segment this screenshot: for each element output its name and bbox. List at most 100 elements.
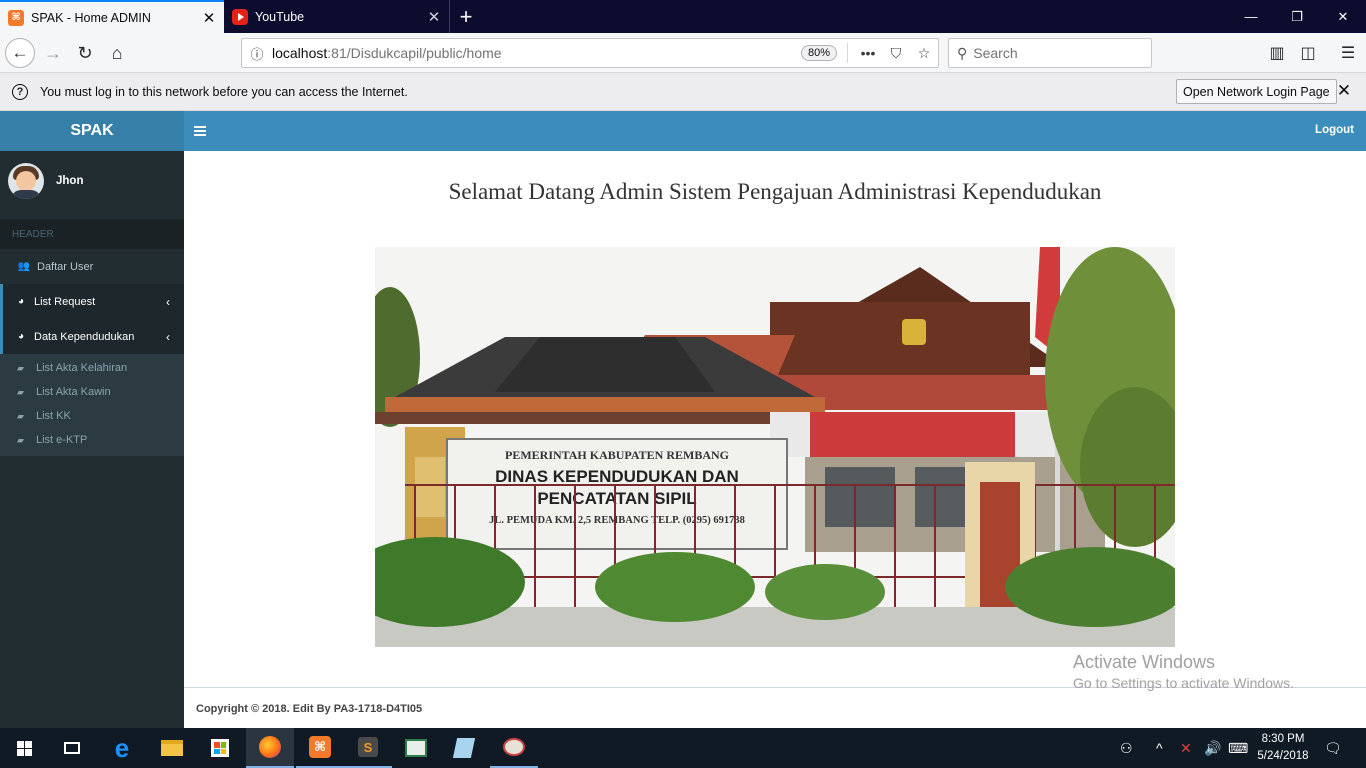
file-explorer-taskbar-button[interactable] bbox=[148, 728, 196, 768]
book-icon: ▰ bbox=[17, 410, 24, 421]
close-notification-icon[interactable]: ✕ bbox=[1334, 81, 1354, 101]
app-logo[interactable]: SPAK bbox=[0, 111, 184, 151]
people-icon[interactable]: ⚇ bbox=[1120, 728, 1133, 768]
menu-icon[interactable]: ☰ bbox=[1333, 38, 1363, 68]
copyright-text: Copyright © 2018. Edit By PA3-1718-D4TI0… bbox=[196, 703, 423, 715]
browser-navbar: ← → ↻ ⌂ ⓘ localhost:81/Disdukcapil/publi… bbox=[0, 33, 1366, 73]
pocket-icon[interactable]: ⛉ bbox=[882, 45, 910, 62]
url-path: :81/Disdukcapil/public/home bbox=[327, 45, 502, 61]
user-name: Jhon bbox=[56, 175, 84, 187]
url-bar[interactable]: ⓘ localhost:81/Disdukcapil/public/home 8… bbox=[241, 38, 939, 68]
back-button[interactable]: ← bbox=[5, 38, 35, 68]
sidebar-toggle-button[interactable] bbox=[194, 123, 206, 139]
chevron-left-icon: ‹ bbox=[166, 329, 170, 344]
site-info-icon[interactable]: ⓘ bbox=[242, 44, 272, 63]
open-network-login-button[interactable]: Open Network Login Page bbox=[1176, 79, 1337, 104]
document-icon bbox=[405, 739, 427, 757]
search-input[interactable] bbox=[973, 45, 1134, 61]
page-title: Selamat Datang Admin Sistem Pengajuan Ad… bbox=[448, 179, 1102, 204]
dashboard-icon: ◕ bbox=[17, 296, 25, 307]
users-icon: 👥 bbox=[17, 261, 31, 272]
sidebar-toggle-icon[interactable]: ◫ bbox=[1293, 38, 1323, 68]
windows-taskbar: e ⌘ S ⚇ ^ ✕ 🔊 ⌨ 8:30 PM 5/24/2018 🗨 bbox=[0, 728, 1366, 768]
help-icon: ? bbox=[12, 83, 28, 100]
app-top-navbar: Logout bbox=[184, 111, 1366, 151]
clock-time: 8:30 PM bbox=[1261, 733, 1305, 745]
taskbar-clock[interactable]: 8:30 PM 5/24/2018 bbox=[1252, 731, 1314, 765]
sidebar-item-label: Data Kependudukan bbox=[34, 330, 135, 343]
edge-icon: e bbox=[114, 732, 130, 763]
youtube-favicon-icon bbox=[232, 8, 248, 25]
sign-line-2: DINAS KEPENDUDUKAN DAN bbox=[495, 467, 739, 486]
tab-title: SPAK - Home ADMIN bbox=[31, 10, 151, 25]
submenu-item-ektp[interactable]: ▰ List e-KTP bbox=[0, 428, 184, 452]
window-controls: — ❐ ✕ bbox=[1228, 0, 1366, 33]
submenu-item-label: List Akta Kawin bbox=[36, 386, 111, 398]
xampp-icon: ⌘ bbox=[309, 736, 331, 758]
sidebar-item-daftar-user[interactable]: 👥 Daftar User bbox=[0, 249, 184, 284]
sidebar-header: HEADER bbox=[0, 219, 184, 249]
browser-tab-strip: ⌘ SPAK - Home ADMIN ✕ YouTube ✕ + — ❐ ✕ bbox=[0, 0, 1366, 33]
sublime-text-icon: S bbox=[358, 737, 378, 757]
url-text[interactable]: localhost:81/Disdukcapil/public/home bbox=[272, 45, 801, 61]
search-icon: ⚲ bbox=[957, 44, 968, 61]
notification-message: You must log in to this network before y… bbox=[40, 84, 408, 99]
submenu-item-kk[interactable]: ▰ List KK bbox=[0, 404, 184, 428]
user-panel: Jhon bbox=[0, 151, 184, 211]
tab-spak-home[interactable]: ⌘ SPAK - Home ADMIN ✕ bbox=[0, 0, 224, 33]
edge-taskbar-button[interactable]: e bbox=[98, 728, 146, 768]
task-view-button[interactable] bbox=[48, 728, 96, 768]
forward-button[interactable]: → bbox=[38, 38, 68, 68]
sidebar-item-data-kependudukan[interactable]: ◕ Data Kependudukan ‹ bbox=[0, 319, 184, 354]
submenu-item-akta-kawin[interactable]: ▰ List Akta Kawin bbox=[0, 380, 184, 404]
paint-palette-icon bbox=[503, 738, 525, 756]
firefox-icon bbox=[259, 736, 281, 758]
keyboard-icon[interactable]: ⌨ bbox=[1228, 728, 1248, 768]
search-bar[interactable]: ⚲ bbox=[948, 38, 1152, 68]
submenu-item-label: List Akta Kelahiran bbox=[36, 362, 128, 374]
close-tab-icon[interactable]: ✕ bbox=[202, 9, 216, 27]
notepad-icon bbox=[452, 738, 476, 758]
book-icon: ▰ bbox=[17, 362, 24, 373]
sidebar-item-list-request[interactable]: ◕ List Request ‹ bbox=[0, 284, 184, 319]
restore-icon[interactable]: ❐ bbox=[1274, 0, 1320, 33]
new-tab-button[interactable]: + bbox=[450, 0, 482, 33]
zoom-indicator[interactable]: 80% bbox=[800, 45, 837, 61]
home-button[interactable]: ⌂ bbox=[102, 38, 132, 68]
action-center-icon[interactable]: 🗨 bbox=[1324, 728, 1342, 768]
tab-youtube[interactable]: YouTube ✕ bbox=[224, 0, 450, 33]
firefox-taskbar-button[interactable] bbox=[246, 728, 294, 768]
minimize-icon[interactable]: — bbox=[1228, 0, 1274, 33]
task-view-icon bbox=[64, 742, 80, 754]
paint-taskbar-button[interactable] bbox=[490, 728, 538, 768]
xampp-favicon-icon: ⌘ bbox=[8, 9, 24, 26]
logout-link[interactable]: Logout bbox=[1315, 124, 1354, 136]
submenu-item-akta-kelahiran[interactable]: ▰ List Akta Kelahiran bbox=[0, 356, 184, 380]
xampp-taskbar-button[interactable]: ⌘ bbox=[296, 728, 344, 768]
clock-date: 5/24/2018 bbox=[1257, 750, 1309, 762]
start-button[interactable] bbox=[0, 728, 48, 768]
close-tab-icon[interactable]: ✕ bbox=[427, 8, 441, 26]
page-actions-icon[interactable]: ••• bbox=[854, 45, 882, 61]
library-icon[interactable]: ▥ bbox=[1262, 38, 1292, 68]
bookmark-star-icon[interactable]: ☆ bbox=[910, 45, 938, 62]
sublime-taskbar-button[interactable]: S bbox=[344, 728, 392, 768]
chevron-up-icon[interactable]: ^ bbox=[1156, 728, 1163, 768]
folder-icon bbox=[161, 740, 183, 756]
app-taskbar-button[interactable] bbox=[392, 728, 440, 768]
store-taskbar-button[interactable] bbox=[196, 728, 244, 768]
volume-icon[interactable]: 🔊 bbox=[1204, 728, 1221, 768]
chevron-left-icon: ‹ bbox=[166, 294, 170, 309]
network-warning-icon[interactable]: ✕ bbox=[1180, 728, 1192, 768]
notepad-taskbar-button[interactable] bbox=[440, 728, 488, 768]
sidebar: Jhon HEADER 👥 Daftar User ◕ List Request… bbox=[0, 151, 184, 728]
url-separator bbox=[847, 43, 848, 63]
sign-line-3: PENCATATAN SIPIL bbox=[537, 489, 696, 508]
url-host: localhost bbox=[272, 45, 328, 61]
submenu-item-label: List KK bbox=[36, 410, 71, 422]
close-window-icon[interactable]: ✕ bbox=[1320, 0, 1366, 33]
avatar bbox=[8, 163, 44, 199]
dashboard-icon: ◕ bbox=[17, 331, 25, 342]
windows-logo-icon bbox=[16, 740, 32, 756]
reload-button[interactable]: ↻ bbox=[70, 38, 100, 68]
